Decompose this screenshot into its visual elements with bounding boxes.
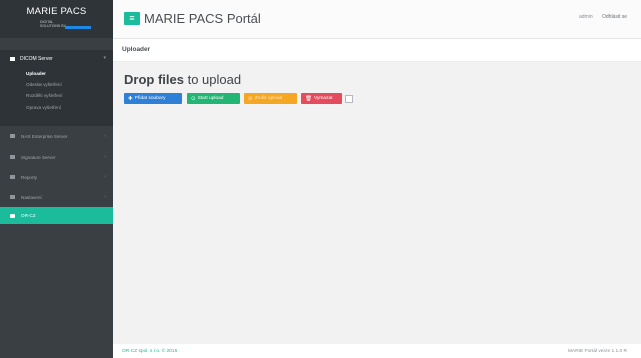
- add-files-button[interactable]: ✚ Přidat soubory: [124, 93, 182, 104]
- brand: MARIE PACS DIGITAL SOLUTIONS BY: [0, 0, 113, 38]
- cancel-upload-button[interactable]: ⊘ Zrušit upload: [244, 93, 297, 104]
- chevron-left-icon: ‹: [104, 194, 106, 200]
- logout-link[interactable]: Odhlásit se: [602, 14, 627, 20]
- chevron-left-icon: ‹: [104, 133, 106, 139]
- cancel-icon: ⊘: [248, 95, 253, 102]
- sidebar-item-settings[interactable]: Nastavení ‹: [0, 190, 113, 204]
- sidebar-subitem-uploader[interactable]: Uploader: [26, 71, 46, 76]
- server-icon: [10, 155, 15, 159]
- drop-title-rest: to upload: [183, 72, 242, 87]
- portal-title: MARIE PACS Portál: [144, 11, 261, 26]
- sidebar-subitem-send-exam[interactable]: Odeslat vyšetření: [26, 82, 62, 87]
- sidebar-item-signature-server[interactable]: Signature Server ‹: [0, 150, 113, 164]
- sidebar-subitem-fix-exam[interactable]: Oprava vyšetření: [26, 105, 61, 110]
- footer: OR-CZ spol. s r.o. © 2015 MARIE Portál v…: [113, 344, 641, 358]
- sidebar-item-label: Signature Server: [21, 154, 56, 160]
- brand-sub-line2: SOLUTIONS BY: [40, 24, 66, 28]
- plus-icon: ✚: [128, 95, 133, 102]
- sidebar-item-label: Nastavení: [21, 194, 42, 200]
- drop-zone-title: Drop files to upload: [124, 72, 241, 87]
- sidebar-item-label: DICOM Server: [20, 56, 53, 62]
- report-icon: [10, 175, 15, 179]
- add-files-label: Přidat soubory: [134, 96, 166, 101]
- drop-title-bold: Drop files: [124, 72, 184, 87]
- chevron-left-icon: ‹: [104, 154, 106, 160]
- page-title: Uploader: [122, 46, 151, 53]
- sidebar-item-reports[interactable]: Reporty ‹: [0, 170, 113, 184]
- sidebar: MARIE PACS DIGITAL SOLUTIONS BY DICOM Se…: [0, 0, 113, 358]
- sidebar-item-label: OR-CZ: [21, 213, 36, 218]
- brand-subtitle: DIGITAL SOLUTIONS BY: [40, 20, 66, 28]
- server-icon: [10, 134, 15, 138]
- sidebar-item-dicom-server[interactable]: DICOM Server ▾: [0, 52, 113, 66]
- server-icon: [10, 57, 15, 61]
- footer-copyright[interactable]: OR-CZ spol. s r.o. © 2015: [122, 349, 177, 354]
- top-header: ≡ MARIE PACS Portál admin Odhlásit se: [113, 0, 641, 39]
- uploader-panel: Drop files to upload ✚ Přidat soubory ⊙ …: [113, 62, 641, 344]
- chevron-down-icon: ▾: [103, 55, 106, 61]
- user-name[interactable]: admin: [579, 14, 593, 20]
- chevron-left-icon: ‹: [104, 174, 106, 180]
- trash-icon: 🗑: [305, 95, 312, 102]
- select-all-checkbox[interactable]: [345, 95, 353, 103]
- upload-icon: ⊙: [191, 95, 196, 102]
- cancel-upload-label: Zrušit upload: [254, 96, 283, 101]
- start-upload-button[interactable]: ⊙ Start upload: [187, 93, 240, 104]
- sidebar-item-label: NAS Enterprise Server: [21, 133, 68, 139]
- start-upload-label: Start upload: [197, 96, 224, 101]
- sidebar-item-nas-enterprise-server[interactable]: NAS Enterprise Server ‹: [0, 129, 113, 143]
- footer-version: MARIE Portál verze 1.1.0 R: [568, 349, 627, 354]
- settings-icon: [10, 195, 15, 199]
- home-icon: [10, 213, 15, 218]
- sidebar-item-or-cz[interactable]: OR-CZ: [0, 207, 113, 224]
- brand-logo-bar: [65, 26, 91, 29]
- page-header: Uploader: [113, 39, 641, 62]
- menu-toggle-button[interactable]: ≡: [124, 12, 140, 25]
- dicom-server-section: DICOM Server ▾ Uploader Odeslat vyšetřen…: [0, 50, 113, 126]
- sidebar-item-label: Reporty: [21, 174, 38, 180]
- sidebar-subitem-split-exam[interactable]: Rozdělit vyšetření: [26, 93, 63, 98]
- delete-button[interactable]: 🗑 Vymazat: [301, 93, 342, 104]
- delete-label: Vymazat: [313, 96, 333, 101]
- brand-title: MARIE PACS: [26, 6, 87, 17]
